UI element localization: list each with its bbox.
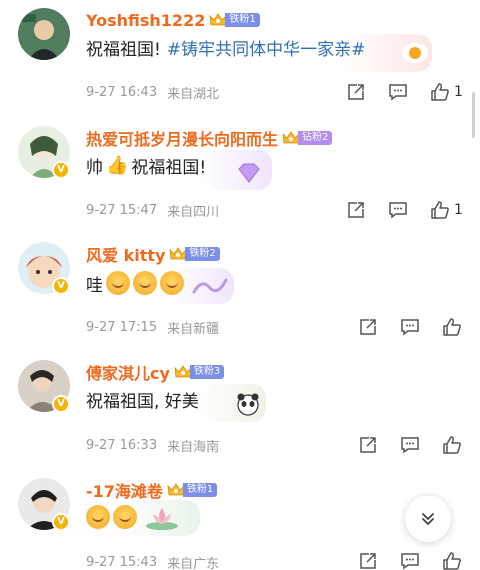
smile-emoji-icon — [133, 271, 157, 295]
card-decoration — [200, 150, 272, 190]
verified-badge-icon: V — [52, 513, 70, 531]
double-chevron-down-icon — [422, 513, 434, 525]
comment-text: 哇 — [86, 268, 184, 298]
username[interactable]: 傅家淇儿cy — [86, 360, 170, 384]
panda-decoration-icon — [237, 393, 259, 416]
comment-meta: 9-27 15:43 来自广东 — [86, 552, 219, 570]
comment-text: 帅 👍 祝福祖国! — [86, 150, 206, 180]
fan-badge-label: 铁粉2 — [185, 247, 220, 261]
fan-badge: 钻粉2 — [282, 130, 333, 146]
comment-header: 热爱可抵岁月漫长向阳而生 钻粉2 — [86, 126, 333, 150]
comment-actions: 1 — [346, 80, 463, 104]
card-decoration — [200, 384, 266, 422]
comment-icon[interactable] — [388, 82, 408, 102]
comment-body: 祝福祖国, 好美 — [86, 391, 199, 412]
fan-badge-label: 铁粉1 — [182, 483, 218, 497]
comment-prefix: 帅 — [86, 157, 103, 178]
share-icon[interactable] — [358, 551, 378, 570]
comment-location: 来自四川 — [167, 204, 220, 220]
comment-meta: 9-27 16:33 来自海南 — [86, 435, 219, 455]
comment-header: 风爱 kitty 铁粉2 — [86, 242, 220, 266]
verified-badge-icon: V — [52, 395, 70, 413]
comment-meta: 9-27 15:47 来自四川 — [86, 200, 219, 220]
scrollbar[interactable] — [472, 92, 475, 138]
comment-header: 傅家淇儿cy 铁粉3 — [86, 360, 225, 384]
comment-time: 9-27 15:43 — [86, 554, 158, 570]
comment-actions — [358, 315, 466, 339]
avatar[interactable] — [18, 8, 70, 60]
comment-time: 9-27 17:15 — [86, 319, 158, 335]
like-icon[interactable] — [442, 435, 462, 455]
comment-body: 哇 — [86, 275, 103, 296]
comment-header: Yoshfish1222 铁粉1 — [86, 8, 260, 32]
comment-time: 9-27 16:33 — [86, 437, 158, 453]
hashtag-link[interactable]: #铸牢共同体中华一家亲# — [167, 35, 366, 60]
like-icon[interactable] — [430, 82, 450, 102]
fan-badge: 铁粉1 — [209, 12, 260, 28]
fan-badge-label: 铁粉1 — [225, 13, 260, 27]
comment-body: 祝福祖国! — [131, 157, 207, 178]
comment-time: 9-27 16:43 — [86, 84, 158, 100]
like-icon[interactable] — [442, 551, 462, 570]
like-icon[interactable] — [442, 317, 462, 337]
comment-location: 来自广东 — [167, 556, 220, 570]
gem-decoration-icon — [238, 163, 260, 183]
fan-badge: 铁粉1 — [167, 482, 218, 498]
username[interactable]: 热爱可抵岁月漫长向阳而生 — [86, 126, 278, 150]
comment-header: -17海滩卷 铁粉1 — [86, 478, 218, 502]
comment-meta: 9-27 17:15 来自新疆 — [86, 317, 219, 337]
username[interactable]: Yoshfish1222 — [86, 11, 205, 30]
hug-emoji-icon — [113, 505, 137, 529]
share-icon[interactable] — [358, 435, 378, 455]
comment-actions — [358, 549, 462, 570]
verified-badge-icon: V — [52, 161, 70, 179]
lotus-decoration-icon — [146, 508, 178, 530]
fan-badge: 铁粉2 — [169, 246, 220, 262]
comment-meta: 9-27 16:43 来自湖北 — [86, 82, 219, 102]
comment-body: 祝福祖国! — [86, 39, 161, 60]
fan-badge-label: 铁粉3 — [189, 365, 225, 379]
sticker-decoration-icon — [192, 278, 228, 294]
comment-icon[interactable] — [400, 435, 420, 455]
comment-actions: 1 — [346, 198, 463, 222]
like-count: 1 — [454, 84, 463, 100]
share-icon[interactable] — [346, 200, 366, 220]
share-icon[interactable] — [346, 82, 366, 102]
egg-decoration-icon — [402, 43, 428, 63]
comment-text: 祝福祖国! #铸牢共同体中华一家亲# — [86, 32, 365, 62]
comment-icon[interactable] — [400, 551, 420, 570]
like-count: 1 — [454, 202, 463, 218]
smile-emoji-icon — [160, 271, 184, 295]
comment-location: 来自新疆 — [167, 321, 220, 337]
like-icon[interactable] — [430, 200, 450, 220]
comment-text — [86, 502, 137, 532]
scroll-down-button[interactable] — [405, 496, 451, 542]
fan-badge: 铁粉3 — [174, 364, 225, 380]
comment-actions — [358, 433, 466, 457]
comment-location: 来自湖北 — [167, 86, 220, 102]
smile-emoji-icon — [106, 271, 130, 295]
fan-badge-label: 钻粉2 — [298, 131, 333, 145]
comment-time: 9-27 15:47 — [86, 202, 158, 218]
username[interactable]: -17海滩卷 — [86, 478, 163, 502]
comment-location: 来自海南 — [167, 439, 220, 455]
thumbs-up-emoji-icon: 👍 — [106, 154, 129, 176]
comment-icon[interactable] — [400, 317, 420, 337]
comment-text: 祝福祖国, 好美 — [86, 384, 199, 414]
verified-badge-icon: V — [52, 277, 70, 295]
username[interactable]: 风爱 kitty — [86, 242, 165, 266]
hug-emoji-icon — [86, 505, 110, 529]
comment-icon[interactable] — [388, 200, 408, 220]
share-icon[interactable] — [358, 317, 378, 337]
